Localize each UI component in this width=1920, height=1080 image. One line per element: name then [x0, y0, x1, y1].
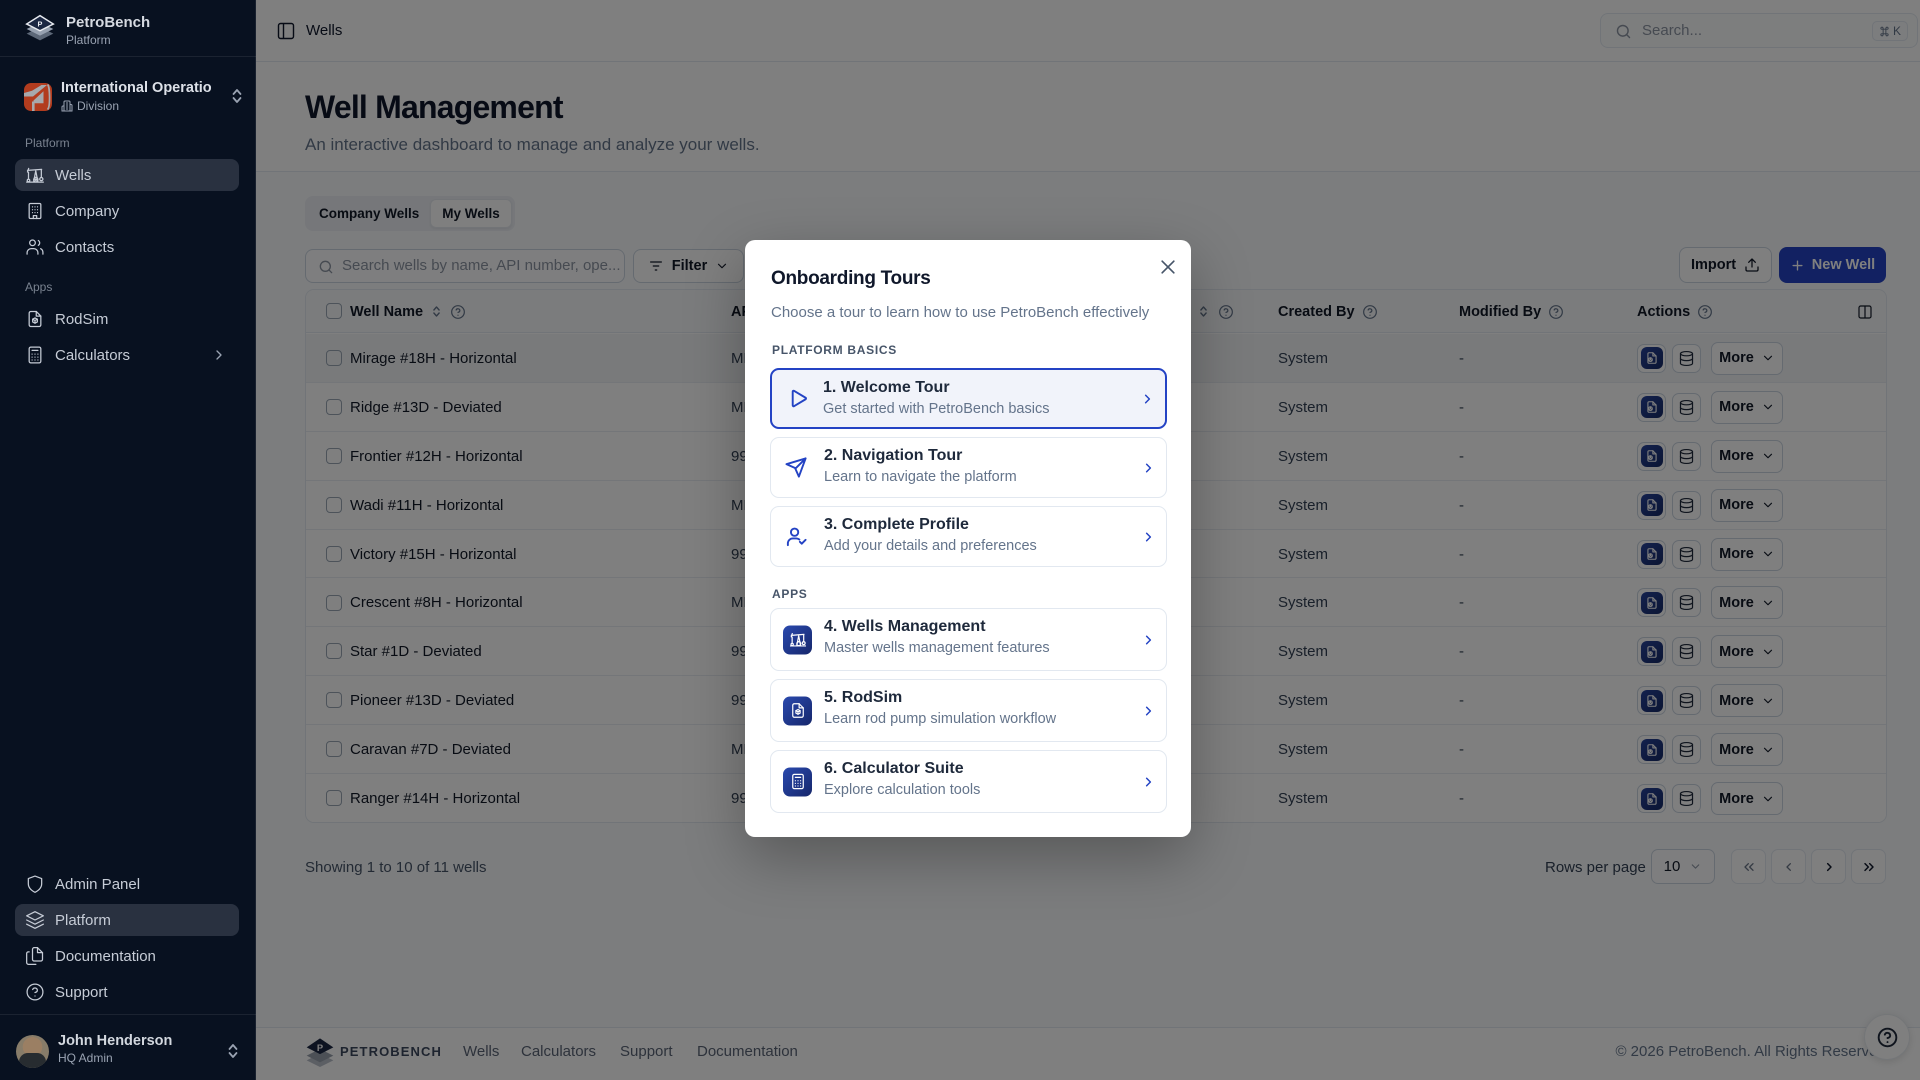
- svg-text:P: P: [38, 20, 43, 29]
